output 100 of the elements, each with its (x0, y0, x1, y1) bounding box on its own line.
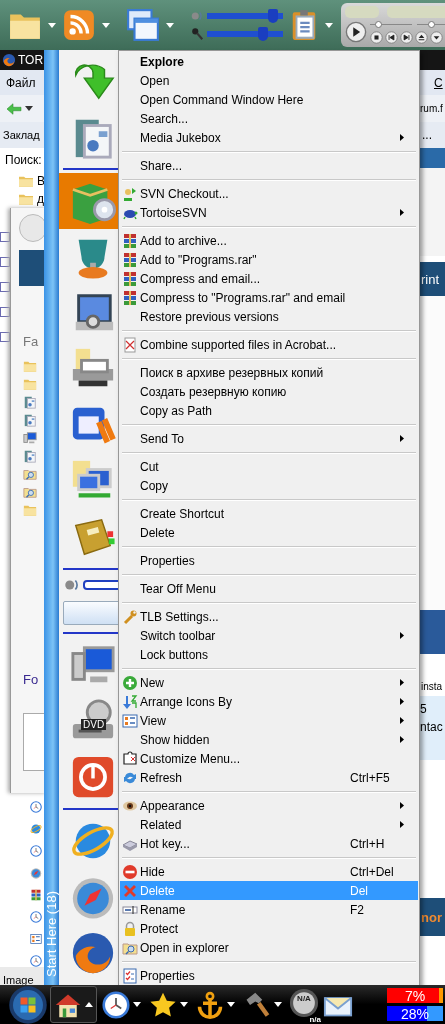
tab-overflow[interactable]: ... (422, 128, 432, 142)
stop-icon[interactable] (370, 31, 383, 44)
menu-item[interactable]: Compress and email... (120, 269, 418, 288)
folder-icon (18, 174, 34, 188)
menu-item[interactable]: Delete (120, 523, 418, 542)
down-icon[interactable] (430, 31, 443, 44)
grid-view-icon (122, 712, 138, 729)
power-icon (70, 754, 116, 800)
eject-icon[interactable] (415, 31, 428, 44)
menu-item[interactable]: Copy (120, 476, 418, 495)
address-field[interactable]: rum.f (420, 95, 445, 122)
menu-item[interactable]: Protect (120, 919, 418, 938)
expand-box[interactable] (0, 307, 10, 317)
menu-item[interactable]: Open in explorer (120, 938, 418, 957)
menu-item[interactable]: Switch toolbar (120, 626, 418, 645)
tree-label[interactable]: д (37, 192, 44, 206)
thumbnail (420, 610, 445, 654)
fire-globe-icon (2, 53, 16, 67)
start-orb-icon[interactable] (8, 984, 48, 1024)
menu-item[interactable]: Hot key... Ctrl+H (120, 834, 418, 853)
badge-caption: n/a (309, 1014, 321, 1024)
folder-icon (23, 359, 37, 373)
menu-item[interactable]: Hide Ctrl+Del (120, 862, 418, 881)
tree-label[interactable]: В (37, 174, 44, 188)
menu-item[interactable]: Properties (120, 551, 418, 570)
slider-thumb[interactable] (427, 21, 435, 28)
expand-box[interactable] (0, 232, 10, 242)
caret-icon[interactable] (274, 1002, 282, 1007)
menu-item[interactable]: Cut (120, 457, 418, 476)
submenu-arrow-icon (400, 209, 404, 216)
menu-item[interactable]: Properties (120, 966, 418, 985)
submenu-arrow-icon (400, 435, 404, 442)
expand-box[interactable] (0, 257, 10, 267)
caret-icon[interactable] (25, 106, 33, 111)
caret-icon[interactable] (85, 1002, 93, 1007)
menu-item[interactable]: Файл (6, 75, 36, 90)
menu-item[interactable]: Refresh Ctrl+F5 (120, 768, 418, 787)
menu-item[interactable]: Open Command Window Here (120, 90, 418, 109)
gear-icon (289, 987, 319, 1018)
menu-item[interactable]: SVN Checkout... (120, 184, 418, 203)
menu-item[interactable]: Related (120, 815, 418, 834)
documents-icon (23, 413, 37, 427)
menu-item[interactable]: Media Jukebox (120, 128, 418, 147)
menu-item[interactable]: Restore previous versions (120, 307, 418, 326)
slider-thumb[interactable] (267, 9, 278, 23)
e-globe-icon (30, 823, 42, 835)
window-title: TOR (18, 53, 44, 67)
submenu-arrow-icon (400, 632, 404, 639)
menu-item[interactable]: Appearance (120, 796, 418, 815)
caret-icon[interactable] (133, 1002, 141, 1007)
books-icon (122, 251, 138, 268)
title-bar (420, 50, 445, 70)
slider-thumb[interactable] (258, 27, 269, 41)
menu-item[interactable]: New (120, 673, 418, 692)
menu-item[interactable]: Search... (120, 109, 418, 128)
padlock-icon (122, 920, 138, 937)
plus-circle-icon (122, 674, 138, 691)
menu-item[interactable]: Open (120, 71, 418, 90)
bookmarks-label[interactable]: Заклад (3, 129, 40, 141)
next-icon[interactable] (400, 31, 413, 44)
menu-item[interactable]: Создать резервную копию (120, 382, 418, 401)
slider-thumb[interactable] (375, 21, 383, 28)
menu-item[interactable]: Combine supported files in Acrobat... (120, 335, 418, 354)
shortcut-label: Ctrl+Del (350, 864, 394, 879)
menu-item[interactable]: Add to "Programs.rar" (120, 250, 418, 269)
search-label: Поиск: (5, 153, 42, 167)
collapse-box[interactable] (0, 332, 10, 342)
menu-item[interactable]: Add to archive... (120, 231, 418, 250)
print-button[interactable]: rint (420, 262, 445, 296)
menu-item[interactable]: Send To (120, 429, 418, 448)
microphone-icon (190, 27, 204, 41)
person-arrow-icon (122, 185, 138, 202)
computer-icon (23, 431, 37, 445)
expand-box[interactable] (0, 282, 10, 292)
menu-item[interactable]: Поиск в архиве резервных копий (120, 363, 418, 382)
caret-icon[interactable] (180, 1002, 188, 1007)
page-header (420, 148, 445, 168)
menu-item[interactable]: Compress to "Programs.rar" and email (120, 288, 418, 307)
folder-icon (23, 377, 37, 391)
previous-icon[interactable] (385, 31, 398, 44)
menu-item[interactable]: TLB Settings... (120, 607, 418, 626)
menu-item[interactable]: Create Shortcut (120, 504, 418, 523)
rss-icon[interactable] (62, 8, 96, 42)
caret-icon[interactable] (227, 1002, 235, 1007)
compass-icon (30, 867, 42, 879)
menu-item[interactable]: Rename F2 (120, 900, 418, 919)
menu-item[interactable]: Tear Off Menu (120, 579, 418, 598)
menu-item[interactable]: Share... (120, 156, 418, 175)
taskbar-button[interactable] (50, 986, 97, 1023)
menu-item[interactable]: С (434, 75, 443, 90)
play-icon[interactable] (345, 21, 367, 43)
menu-item[interactable]: Explore (120, 52, 418, 71)
menu-item[interactable]: Copy as Path (120, 401, 418, 420)
link-text[interactable]: insta (421, 680, 443, 692)
menu-item[interactable]: TortoiseSVN (120, 203, 418, 222)
windows-stack-icon[interactable] (126, 8, 160, 42)
shortcut-label: F2 (350, 902, 364, 917)
menu-item[interactable]: Customize Menu... (120, 749, 418, 768)
menu-item[interactable]: Lock buttons (120, 645, 418, 664)
wrench-icon (122, 608, 138, 625)
